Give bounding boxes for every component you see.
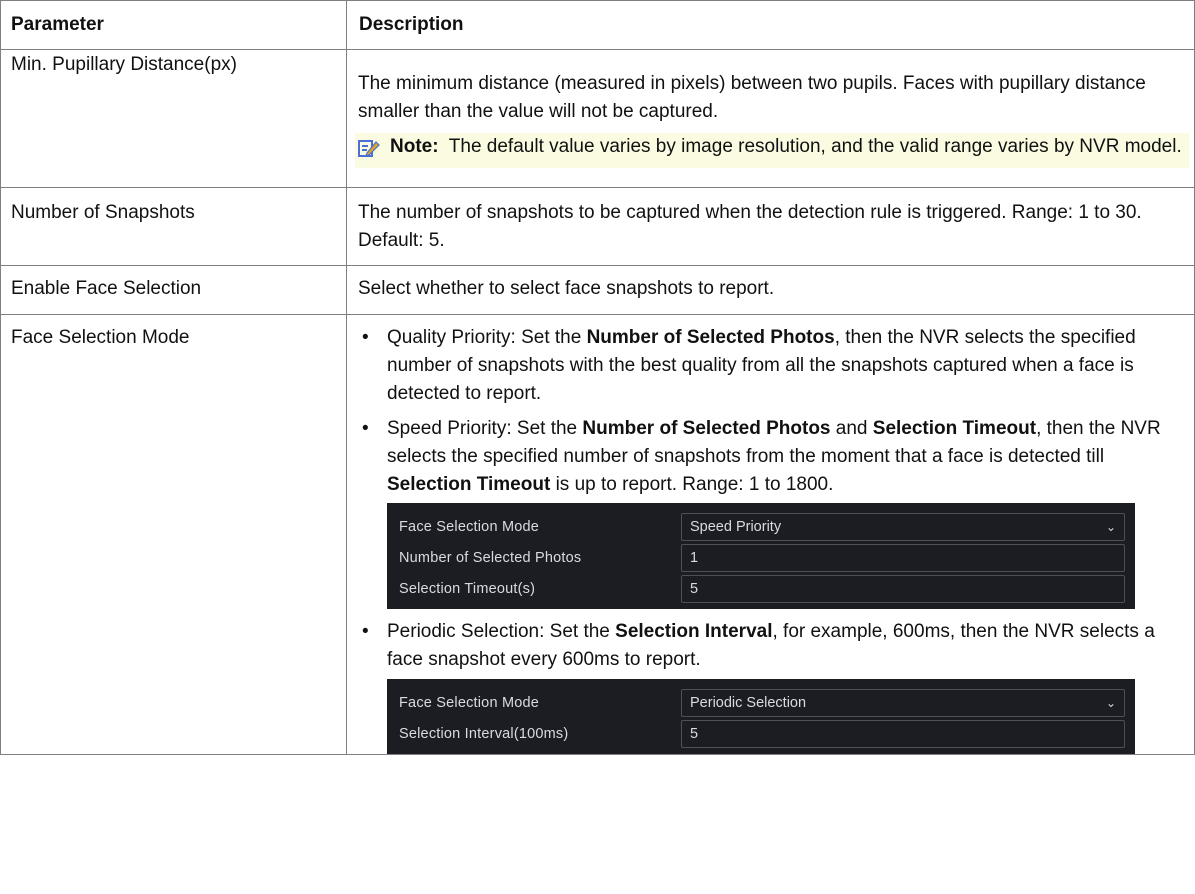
setting-label: Selection Timeout(s) [399,580,536,597]
setting-row: Number of Selected Photos 1 [399,542,1125,573]
setting-label: Selection Interval(100ms) [399,725,569,742]
note-box: Note: The default value varies by image … [355,133,1189,168]
face-selection-mode-select[interactable]: Speed Priority ⌄ [681,512,1125,541]
param-description: The minimum distance (measured in pixels… [346,49,1195,188]
bullet-keyword: Selection Timeout [387,474,551,495]
bullet-text: Quality Priority: Set the [387,327,587,348]
table-row: Enable Face Selection Select whether to … [0,265,1195,315]
note-text: The default value varies by image resolu… [448,136,1182,157]
list-item: • Speed Priority: Set the Number of Sele… [358,415,1184,609]
bullet-text: Speed Priority: Set the [387,418,583,439]
param-description: Select whether to select face snapshots … [346,265,1195,315]
bullet-text: and [830,418,873,439]
setting-row: Face Selection Mode Speed Priority ⌄ [399,511,1125,542]
param-name: Min. Pupillary Distance(px) [0,49,347,188]
bullet-keyword: Number of Selected Photos [582,418,831,439]
bullet-keyword: Selection Timeout [872,418,1037,439]
bullet-text: is up to report. Range: 1 to 1800. [550,474,834,495]
setting-row: Selection Timeout(s) 5 [399,573,1125,604]
table-row: Min. Pupillary Distance(px) The minimum … [0,49,1195,188]
setting-label: Face Selection Mode [399,694,540,711]
chevron-down-icon: ⌄ [1105,519,1116,534]
param-description: • Quality Priority: Set the Number of Se… [346,314,1195,755]
input-value: 1 [690,549,699,566]
bullet-keyword: Number of Selected Photos [586,327,835,348]
selected-photos-input[interactable]: 1 [681,543,1125,572]
face-selection-mode-select[interactable]: Periodic Selection ⌄ [681,688,1125,717]
description-text: The minimum distance (measured in pixels… [358,73,1146,122]
table-header-row: Parameter Description [0,0,1195,50]
bullet-list: • Quality Priority: Set the Number of Se… [358,324,1184,754]
param-description: The number of snapshots to be captured w… [346,187,1195,266]
chevron-down-icon: ⌄ [1105,695,1116,710]
list-item: • Periodic Selection: Set the Selection … [358,618,1184,754]
select-value: Speed Priority [690,518,782,535]
param-name: Number of Snapshots [0,187,347,266]
selection-interval-input[interactable]: 5 [681,719,1125,748]
param-name: Face Selection Mode [0,314,347,755]
select-value: Periodic Selection [690,694,807,711]
input-value: 5 [690,725,699,742]
note-label: Note: [390,136,439,157]
note-pencil-icon [358,133,390,168]
header-description: Description [346,0,1195,50]
bullet-icon: • [362,621,369,642]
selection-timeout-input[interactable]: 5 [681,574,1125,603]
parameter-table: Parameter Description Min. Pupillary Dis… [0,0,1195,755]
table-row: Number of Snapshots The number of snapsh… [0,187,1195,266]
setting-row: Face Selection Mode Periodic Selection ⌄ [399,687,1125,718]
table-row: Face Selection Mode • Quality Priority: … [0,314,1195,755]
list-item: • Quality Priority: Set the Number of Se… [358,324,1184,408]
note-content: Note: The default value varies by image … [390,133,1183,168]
ui-screenshot-speed-priority: Face Selection Mode Speed Priority ⌄ Num… [387,503,1135,609]
header-parameter: Parameter [0,0,347,50]
param-name: Enable Face Selection [0,265,347,315]
setting-label: Face Selection Mode [399,518,540,535]
bullet-keyword: Selection Interval [615,621,773,642]
bullet-icon: • [362,327,369,348]
input-value: 5 [690,580,699,597]
ui-screenshot-periodic-selection: Face Selection Mode Periodic Selection ⌄… [387,679,1135,754]
bullet-icon: • [362,418,369,439]
setting-label: Number of Selected Photos [399,549,582,566]
setting-row: Selection Interval(100ms) 5 [399,718,1125,749]
bullet-text: Periodic Selection: Set the [387,621,616,642]
